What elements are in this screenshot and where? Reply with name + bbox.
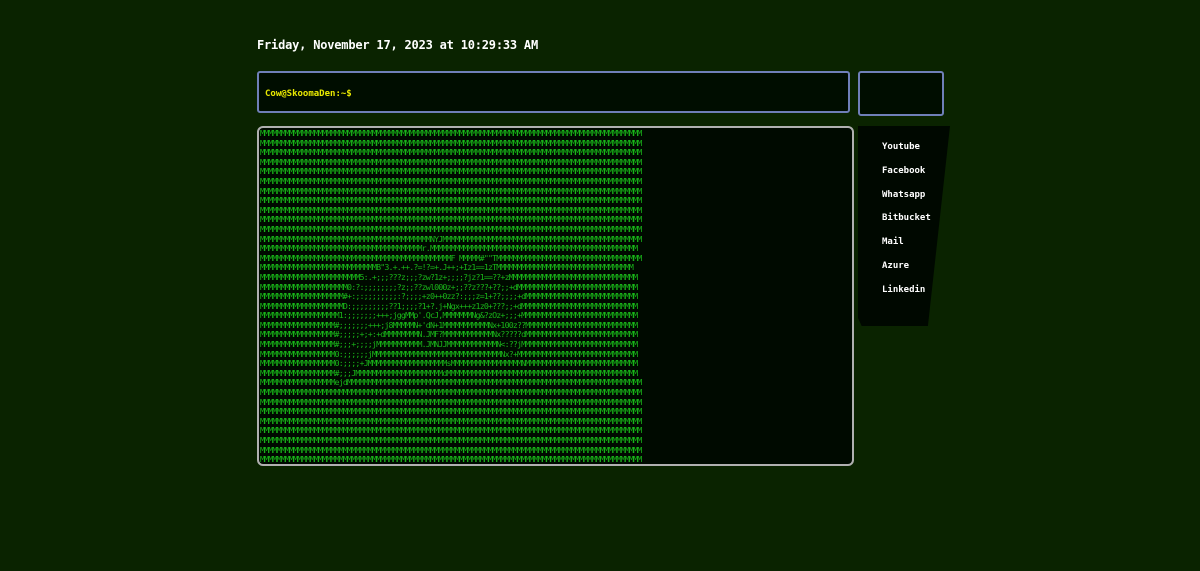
link-whatsapp[interactable]: Whatsapp — [882, 190, 931, 214]
terminal-prompt: Cow@SkoomaDen:~$ — [265, 89, 352, 99]
link-facebook[interactable]: Facebook — [882, 166, 931, 190]
side-widget — [858, 71, 944, 116]
links-panel: Youtube Facebook Whatsapp Bitbucket Mail… — [858, 126, 950, 326]
terminal-input[interactable]: Cow@SkoomaDen:~$ — [257, 71, 850, 113]
ascii-art-panel: MMMMMMMMMMMMMMMMMMMMMMMMMMMMMMMMMMMMMMMM… — [257, 126, 854, 466]
link-bitbucket[interactable]: Bitbucket — [882, 213, 931, 237]
links-list: Youtube Facebook Whatsapp Bitbucket Mail… — [882, 142, 931, 309]
link-mail[interactable]: Mail — [882, 237, 931, 261]
link-azure[interactable]: Azure — [882, 261, 931, 285]
link-youtube[interactable]: Youtube — [882, 142, 931, 166]
link-linkedin[interactable]: Linkedin — [882, 285, 931, 309]
datetime-label: Friday, November 17, 2023 at 10:29:33 AM — [257, 38, 538, 52]
ascii-art: MMMMMMMMMMMMMMMMMMMMMMMMMMMMMMMMMMMMMMMM… — [260, 128, 642, 465]
